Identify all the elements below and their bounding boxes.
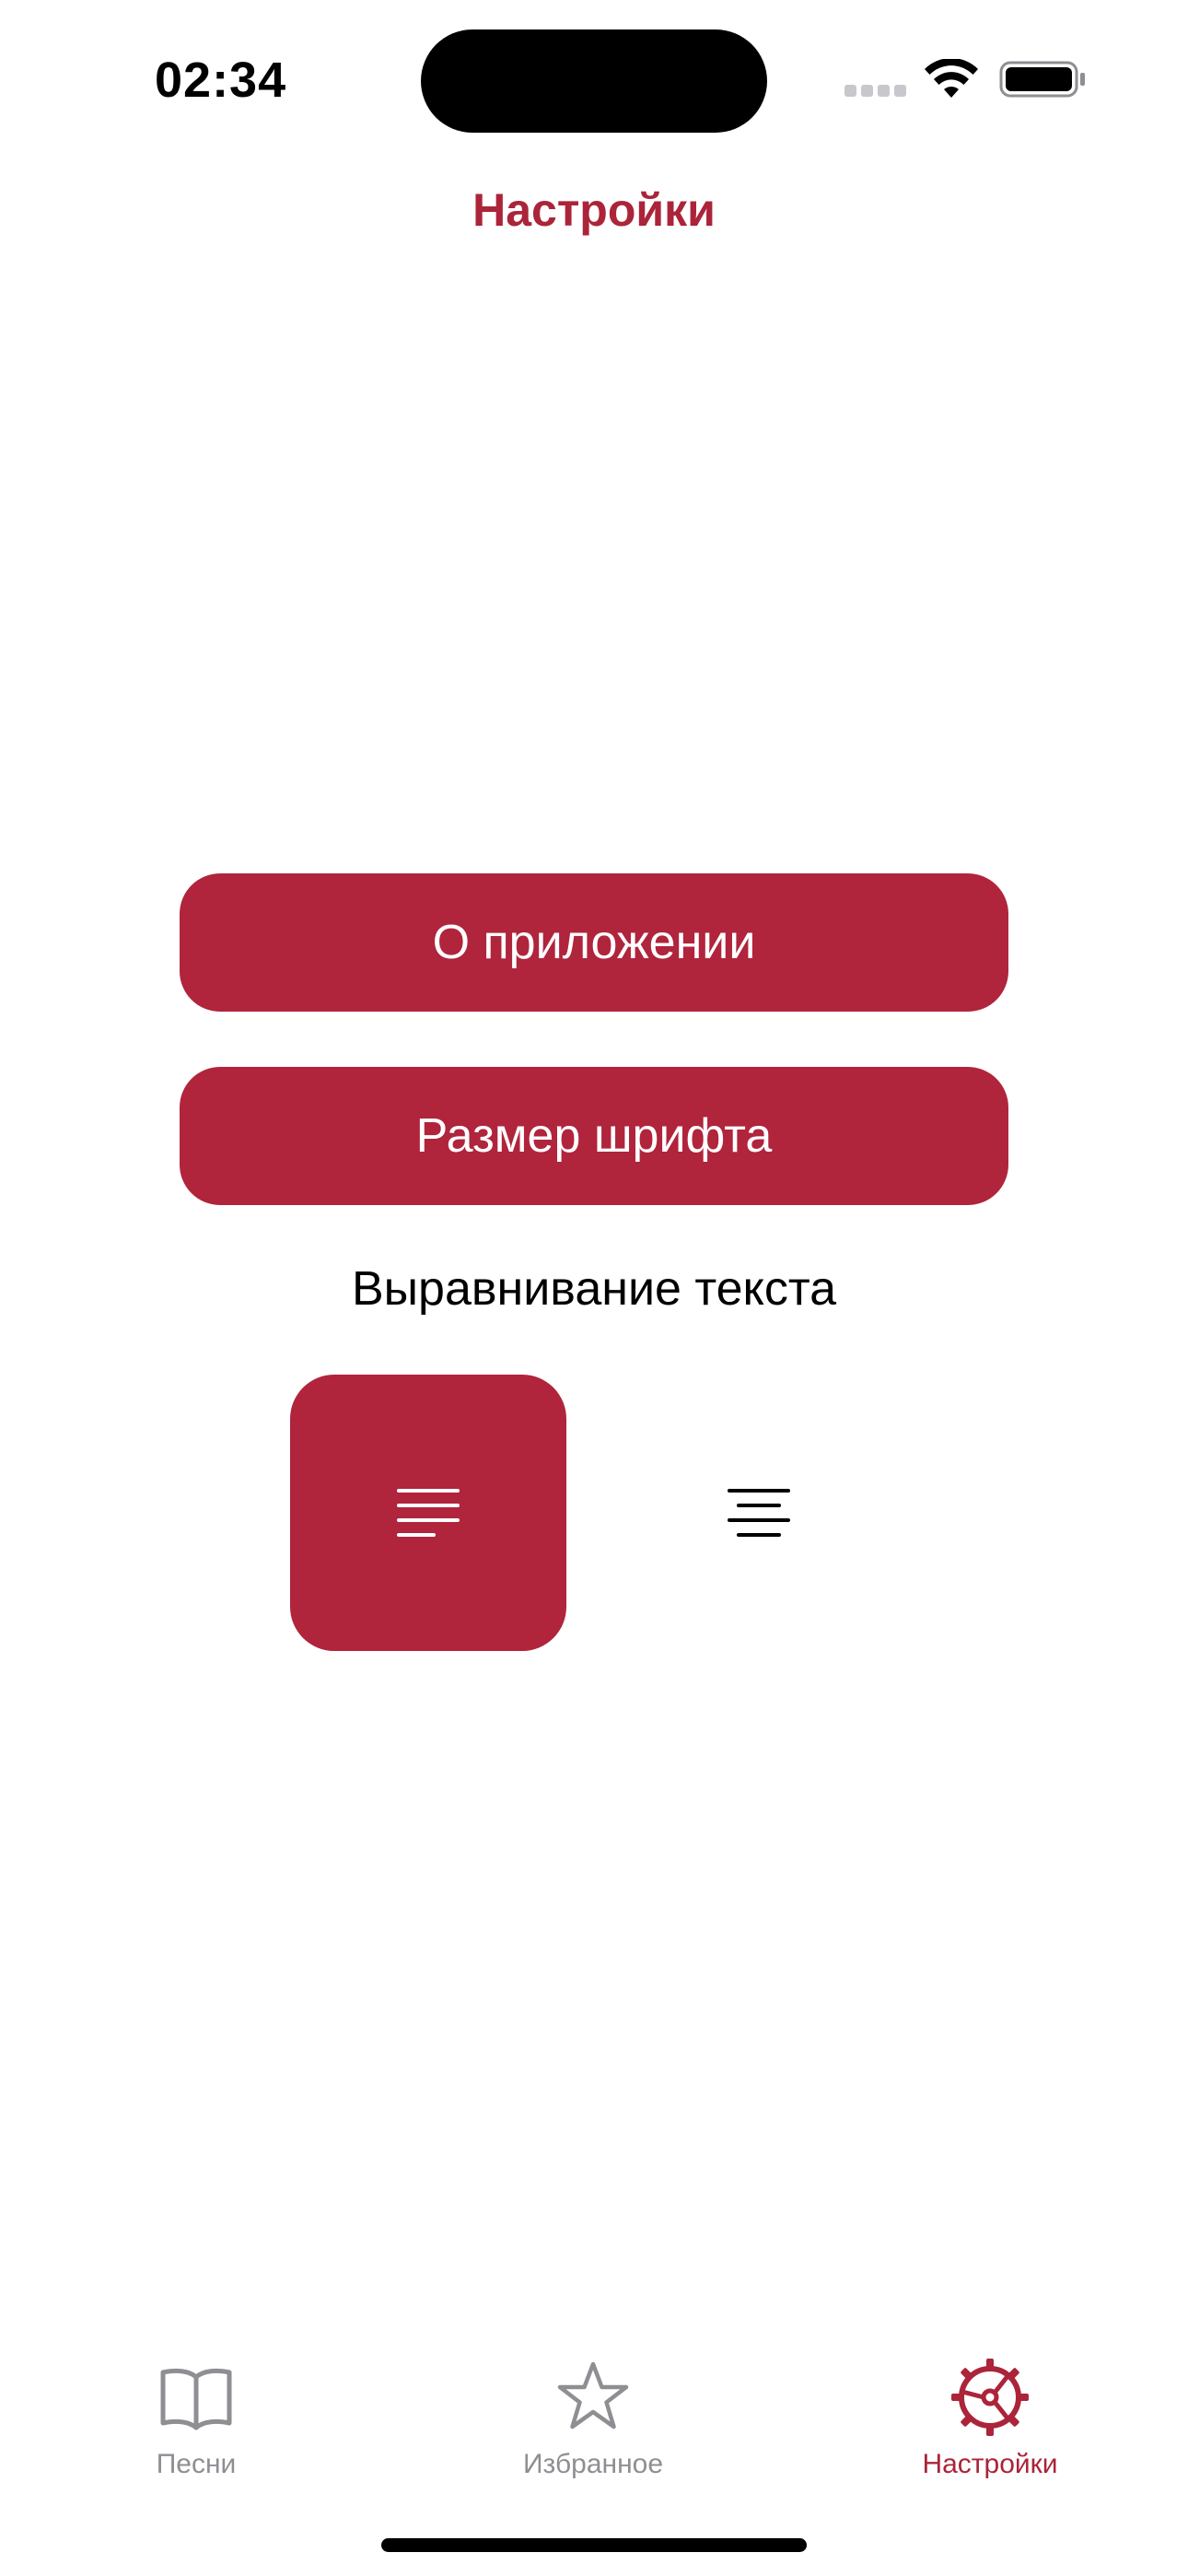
align-center-icon bbox=[728, 1489, 790, 1537]
status-time: 02:34 bbox=[155, 53, 287, 108]
tab-label-songs: Песни bbox=[156, 2449, 237, 2479]
align-left-icon bbox=[397, 1489, 460, 1537]
steering-wheel-icon bbox=[951, 2359, 1029, 2436]
about-app-button[interactable]: О приложении bbox=[180, 873, 1008, 1012]
book-icon bbox=[160, 2368, 232, 2430]
dynamic-island bbox=[421, 29, 767, 133]
align-center-button[interactable] bbox=[621, 1375, 897, 1651]
font-size-button[interactable]: Размер шрифта bbox=[180, 1067, 1008, 1205]
cellular-signal-icon bbox=[844, 85, 907, 98]
battery-icon bbox=[999, 61, 1085, 98]
tab-label-settings: Настройки bbox=[922, 2449, 1058, 2479]
page-title: Настройки bbox=[472, 184, 716, 236]
star-icon bbox=[557, 2361, 629, 2430]
tab-favorites[interactable]: Избранное bbox=[455, 2359, 731, 2497]
tab-label-favorites: Избранное bbox=[522, 2449, 664, 2479]
wifi-icon bbox=[925, 59, 978, 98]
text-alignment-label: Выравнивание текста bbox=[351, 1262, 837, 1316]
tab-songs[interactable]: Песни bbox=[58, 2359, 334, 2497]
align-left-button[interactable] bbox=[290, 1375, 566, 1651]
tab-settings[interactable]: Настройки bbox=[852, 2359, 1128, 2497]
home-indicator[interactable] bbox=[381, 2538, 807, 2552]
